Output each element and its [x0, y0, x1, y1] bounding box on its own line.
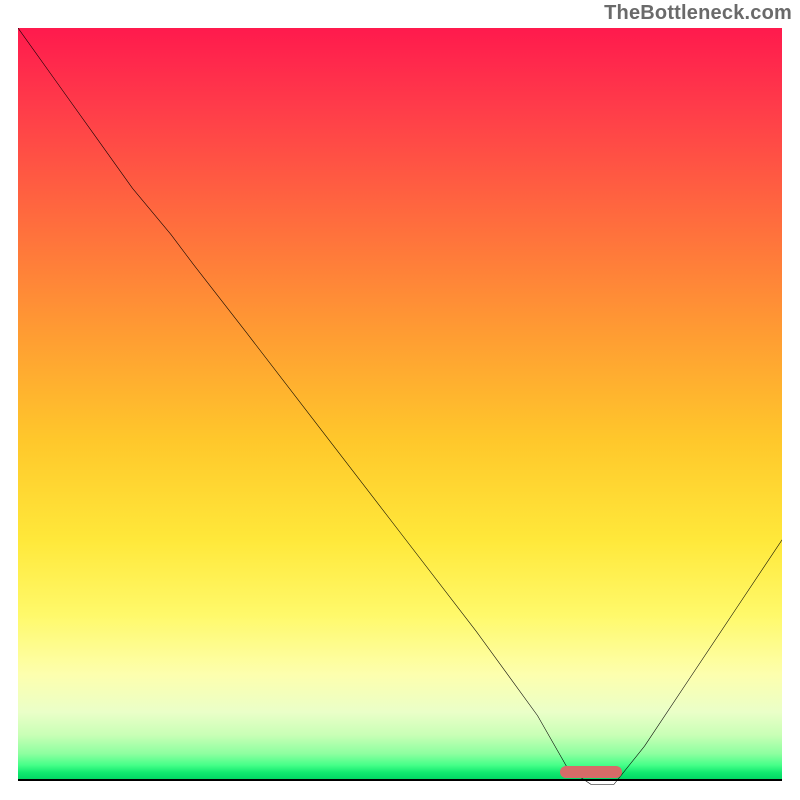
curve-path	[18, 28, 782, 784]
minimum-marker	[560, 766, 621, 778]
chart-container: TheBottleneck.com	[0, 0, 800, 800]
plot-area	[18, 28, 782, 780]
x-axis-line	[18, 779, 782, 781]
curve-svg	[18, 28, 782, 792]
watermark-text: TheBottleneck.com	[604, 2, 792, 25]
